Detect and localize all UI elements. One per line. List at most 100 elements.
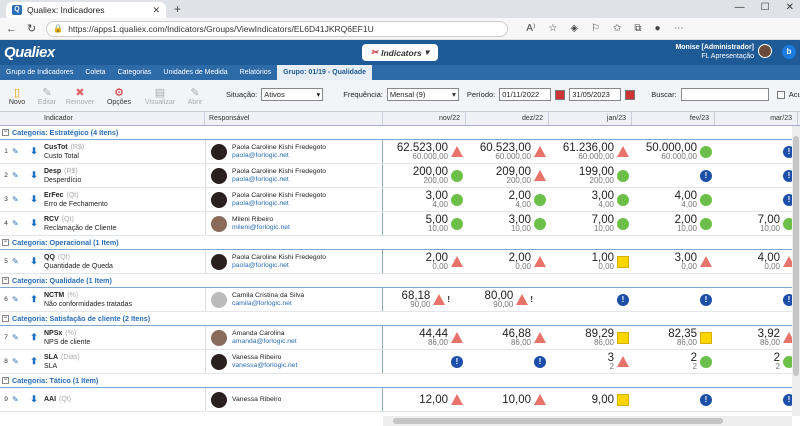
warning-triangle-icon[interactable] <box>451 394 463 405</box>
warning-triangle-icon[interactable] <box>451 146 463 157</box>
col-indicador[interactable]: Indicador <box>0 112 205 125</box>
green-dot-icon[interactable] <box>700 145 712 158</box>
month-cell[interactable]: 3,00 4,00 <box>383 188 466 211</box>
month-cell[interactable]: 60.523,00 60.000,00 <box>466 140 549 163</box>
table-row[interactable]: 5 ✎ ⬇ QQ (Qt) Quantidade de Queda Paola Caroli… <box>0 250 800 274</box>
month-cell[interactable]: ! <box>632 288 715 311</box>
month-cell[interactable]: 46,88 86,00 <box>466 326 549 349</box>
warning-triangle-icon[interactable] <box>516 294 529 305</box>
responsible-email[interactable]: paola@forlogic.net <box>232 200 326 208</box>
novo-button[interactable]: ▯ Novo <box>2 86 32 106</box>
info-circle-icon[interactable]: ! <box>700 393 712 406</box>
indicator-cell[interactable]: RCV (Qt) Reclamação de Cliente <box>44 215 205 233</box>
month-cell[interactable]: 2,00 4,00 <box>466 188 549 211</box>
month-cell[interactable]: 9,00 <box>549 388 632 411</box>
indicator-cell[interactable]: ErFec (Qt) Erro de Fechamento <box>44 191 205 209</box>
edit-pencil-icon[interactable]: ✎ <box>12 147 24 156</box>
table-row[interactable]: 8 ✎ ⬆ SLA (Dias) SLA Vanessa Ribeiro vanessa@fo… <box>0 350 800 374</box>
yellow-square-icon[interactable] <box>700 331 712 344</box>
month-cell[interactable]: 61.236,00 60.000,00 <box>549 140 632 163</box>
warning-triangle-icon[interactable] <box>451 332 463 343</box>
month-cell[interactable]: 209,00 200,00 <box>466 164 549 187</box>
edit-pencil-icon[interactable]: ✎ <box>12 171 24 180</box>
green-dot-icon[interactable] <box>534 193 546 206</box>
status-select[interactable]: Ativos ▾ <box>261 88 324 101</box>
table-row[interactable]: 1 ✎ ⬇ CusTot (R$) Custo Total Paola Caroline K… <box>0 140 800 164</box>
table-row[interactable]: 9 ✎ ⬇ AAI (Qt) Vanessa Ribeiro 12,00 10,00 9,00!… <box>0 388 800 412</box>
remover-button[interactable]: ✖ Remover <box>62 86 98 106</box>
warning-triangle-icon[interactable] <box>451 256 463 267</box>
menu-coleta[interactable]: Coleta <box>79 65 111 80</box>
yellow-square-icon[interactable] <box>617 393 629 406</box>
yellow-square-icon[interactable] <box>617 331 629 344</box>
qualiex-logo[interactable]: Qualiex <box>4 44 55 61</box>
responsible-email[interactable]: amanda@forlogic.net <box>232 338 297 346</box>
month-cell[interactable]: 89,29 86,00 <box>549 326 632 349</box>
month-cell[interactable]: 3,00 10,00 <box>466 212 549 235</box>
browser-tab[interactable]: Q Qualiex: Indicadores ✕ <box>6 2 166 18</box>
user-avatar[interactable] <box>758 44 772 58</box>
collapse-icon[interactable]: − <box>2 129 9 136</box>
month-cell[interactable]: 1,00 0,00 <box>549 250 632 273</box>
green-dot-icon[interactable] <box>451 217 463 230</box>
info-circle-icon[interactable]: ! <box>700 169 712 182</box>
month-cell[interactable]: 3,00 0,00 <box>632 250 715 273</box>
close-window-icon[interactable]: ✕ <box>786 2 794 13</box>
indicator-cell[interactable]: CusTot (R$) Custo Total <box>44 143 205 161</box>
close-tab-icon[interactable]: ✕ <box>152 5 160 16</box>
indicator-cell[interactable]: SLA (Dias) SLA <box>44 353 205 371</box>
editar-button[interactable]: ✎ Editar <box>32 86 62 106</box>
col-month[interactable]: nov/22 <box>383 112 466 125</box>
warning-triangle-icon[interactable] <box>617 146 629 157</box>
responsible-email[interactable]: vanessa@forlogic.net <box>232 362 297 370</box>
category-header[interactable]: − Categoria: Estratégico (4 Itens) <box>0 126 800 140</box>
month-cell[interactable]: 68,18 90,00! <box>383 288 466 311</box>
responsible-email[interactable]: camila@forlogic.net <box>232 300 304 308</box>
category-header[interactable]: − Categoria: Qualidade (1 Item) <box>0 274 800 288</box>
table-row[interactable]: 6 ✎ ⬆ NCTM (%) Não conformidades tratadas Cami… <box>0 288 800 312</box>
month-cell[interactable]: 7,00 10,00 <box>549 212 632 235</box>
abrir-button[interactable]: ✎ Abrir <box>180 86 210 106</box>
profile-icon[interactable]: ● <box>655 23 661 34</box>
more-icon[interactable]: ⋯ <box>674 23 684 34</box>
collapse-icon[interactable]: − <box>2 377 9 384</box>
month-cell[interactable]: ! <box>715 140 798 163</box>
edit-pencil-icon[interactable]: ✎ <box>12 295 24 304</box>
month-cell[interactable]: ! <box>715 288 798 311</box>
indicator-cell[interactable]: NPSx (%) NPS de cliente <box>44 329 205 347</box>
month-cell[interactable]: 12,00 <box>383 388 466 411</box>
frequency-select[interactable]: Mensal (9) ▾ <box>386 88 459 101</box>
col-month[interactable]: fev/23 <box>632 112 715 125</box>
month-cell[interactable]: 4,00 0,00 <box>715 250 798 273</box>
month-cell[interactable]: 2,00 0,00 <box>383 250 466 273</box>
month-cell[interactable]: 10,00 <box>466 388 549 411</box>
favorites-icon[interactable]: ✩ <box>613 23 621 34</box>
green-dot-icon[interactable] <box>617 217 629 230</box>
opcoes-button[interactable]: ⚙ Opções <box>98 86 140 106</box>
warning-triangle-icon[interactable] <box>534 256 546 267</box>
collapse-icon[interactable]: − <box>2 239 9 246</box>
menu-grupo-atual[interactable]: Grupo: 01/19 - Qualidade <box>277 65 373 80</box>
month-cell[interactable]: ! <box>383 350 466 373</box>
scroll-thumb[interactable] <box>393 418 723 424</box>
url-input[interactable]: 🔒 https://apps1.qualiex.com/Indicators/G… <box>46 20 509 37</box>
search-input[interactable] <box>680 88 769 101</box>
info-circle-icon[interactable]: ! <box>700 293 712 306</box>
edit-pencil-icon[interactable]: ✎ <box>12 195 24 204</box>
green-dot-icon[interactable] <box>451 193 463 206</box>
edit-pencil-icon[interactable]: ✎ <box>12 395 24 404</box>
col-month[interactable]: dez/22 <box>466 112 549 125</box>
category-header[interactable]: − Categoria: Tático (1 Item) <box>0 374 800 388</box>
category-header[interactable]: − Categoria: Satisfação de cliente (2 Ite… <box>0 312 800 326</box>
extension-icon[interactable]: ◈ <box>570 23 578 34</box>
back-icon[interactable]: ← <box>6 23 17 35</box>
edit-pencil-icon[interactable]: ✎ <box>12 219 24 228</box>
calendar-icon[interactable] <box>555 89 566 100</box>
warning-triangle-icon[interactable] <box>433 294 446 305</box>
translate-icon[interactable]: ⚐ <box>591 23 600 34</box>
month-cell[interactable]: 80,00 90,00! <box>466 288 549 311</box>
month-cell[interactable]: 4,00 4,00 <box>632 188 715 211</box>
month-cell[interactable]: 2,00 10,00 <box>632 212 715 235</box>
accumulate-checkbox[interactable] <box>776 90 785 99</box>
green-dot-icon[interactable] <box>534 217 546 230</box>
